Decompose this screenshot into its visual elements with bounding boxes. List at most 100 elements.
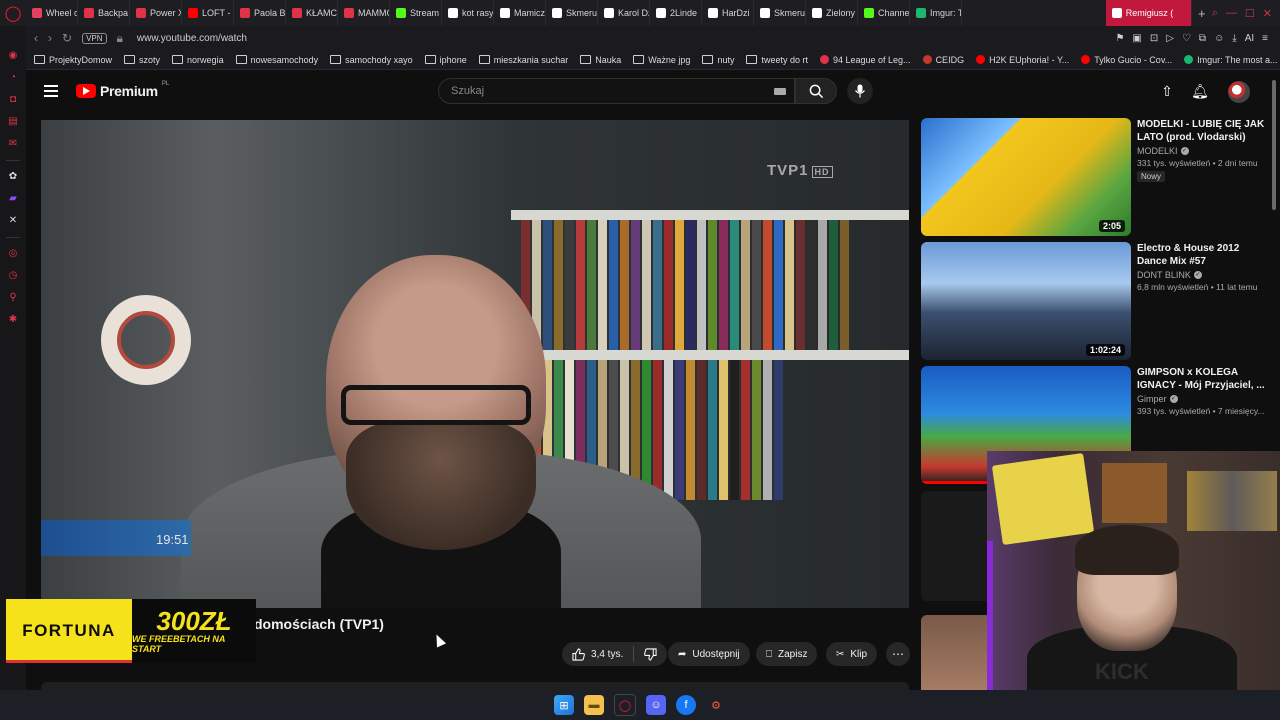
- chat-icon[interactable]: ▤: [7, 116, 19, 128]
- maximize-icon[interactable]: ☐: [1245, 7, 1255, 20]
- browser-tab[interactable]: Power X: [130, 0, 182, 26]
- search-input[interactable]: [449, 84, 753, 98]
- clock-icon[interactable]: ◷: [7, 270, 19, 282]
- youtube-premium-logo[interactable]: Premium PL: [76, 81, 169, 99]
- voice-search-button[interactable]: [847, 78, 873, 104]
- hamburger-menu-icon[interactable]: [44, 85, 58, 97]
- bookmark-item[interactable]: Tylko Gucio - Cov...: [1081, 55, 1172, 65]
- opera-logo-icon[interactable]: ◯: [0, 0, 26, 26]
- search-button[interactable]: [795, 78, 837, 104]
- browser-tab[interactable]: Wheel o: [26, 0, 78, 26]
- browser-tab[interactable]: KŁAMC: [286, 0, 338, 26]
- bookmark-item[interactable]: norwegia: [172, 55, 224, 65]
- browser-tab[interactable]: Zielony: [806, 0, 858, 26]
- video-player[interactable]: 19:51 TVP1 HD: [41, 120, 909, 608]
- ai-icon[interactable]: AI: [1245, 33, 1254, 44]
- save-button[interactable]: ⎕ Zapisz: [756, 642, 818, 666]
- browser-tab[interactable]: Backpa: [78, 0, 130, 26]
- opera-browser-icon[interactable]: ◯: [614, 694, 636, 716]
- chatgpt-icon[interactable]: ✿: [7, 171, 19, 183]
- bookmark-item[interactable]: H2K EUphoria! - Y...: [976, 55, 1069, 65]
- recommendation-thumbnail-partial[interactable]: [921, 491, 987, 601]
- bookmark-item[interactable]: Ważne jpg: [633, 55, 690, 65]
- keyboard-icon[interactable]: [774, 88, 786, 95]
- settings-icon[interactable]: ◎: [7, 248, 19, 260]
- recommendation-title[interactable]: Electro & House 2012 Dance Mix #57: [1137, 242, 1267, 268]
- bag-icon[interactable]: ◘: [7, 94, 19, 106]
- bookmark-item[interactable]: szoty: [124, 55, 160, 65]
- browser-tab[interactable]: Imgur: T: [910, 0, 962, 26]
- flow-icon[interactable]: ⚲: [7, 292, 19, 304]
- reload-icon[interactable]: ↻: [62, 31, 72, 45]
- recommendation-title[interactable]: GIMPSON x KOLEGA IGNACY - Mój Przyjaciel…: [1137, 366, 1267, 392]
- bookmark-item[interactable]: ProjektyDomow: [34, 55, 112, 65]
- minimize-icon[interactable]: —: [1226, 7, 1237, 20]
- back-arrow-icon[interactable]: ‹: [34, 31, 38, 45]
- account-avatar[interactable]: [1228, 81, 1250, 103]
- browser-tab[interactable]: 2Linde: [650, 0, 702, 26]
- new-tab-button[interactable]: +: [1192, 6, 1212, 21]
- download-icon[interactable]: ⤓: [1232, 33, 1236, 44]
- browser-tab[interactable]: Stream: [390, 0, 442, 26]
- browser-tab[interactable]: MAMMC: [338, 0, 390, 26]
- vpn-badge[interactable]: VPN: [82, 32, 107, 44]
- recommendation-thumbnail[interactable]: 1:02:24: [921, 242, 1131, 360]
- file-explorer-icon[interactable]: ▬: [584, 695, 604, 715]
- gear-icon[interactable]: ✱: [7, 314, 19, 326]
- menu-icon[interactable]: ≡: [1262, 33, 1268, 44]
- upload-icon[interactable]: ⇧: [1158, 82, 1176, 100]
- more-actions-button[interactable]: ⋯: [886, 642, 910, 666]
- recommendation-channel[interactable]: MODELKI ✓: [1137, 146, 1267, 156]
- recommendation-thumbnail-partial[interactable]: [921, 615, 987, 690]
- facebook-icon[interactable]: f: [676, 695, 696, 715]
- twitch-icon[interactable]: ▰: [7, 193, 19, 205]
- browser-tab[interactable]: Mamicz: [494, 0, 546, 26]
- forward-arrow-icon[interactable]: ›: [48, 31, 52, 45]
- bookmark-item[interactable]: tweety do rt: [746, 55, 808, 65]
- description-panel[interactable]: [41, 682, 909, 690]
- bookmark-item[interactable]: CEIDG: [922, 55, 964, 65]
- browser-tab[interactable]: kot rasy: [442, 0, 494, 26]
- bookmark-item[interactable]: nuty: [702, 55, 734, 65]
- browser-tab[interactable]: Karol Dz: [598, 0, 650, 26]
- bookmark-item[interactable]: iphone: [424, 55, 467, 65]
- recommendation-thumbnail[interactable]: 2:05: [921, 118, 1131, 236]
- like-button[interactable]: 3,4 tys.: [562, 647, 633, 661]
- mail-icon[interactable]: ✉: [7, 138, 19, 150]
- dislike-button[interactable]: [634, 647, 667, 661]
- browser-tab[interactable]: HarDzi: [702, 0, 754, 26]
- browser-tab[interactable]: Paola Bl: [234, 0, 286, 26]
- browser-tab[interactable]: Skmeru: [754, 0, 806, 26]
- clip-button[interactable]: ✂ Klip: [826, 642, 878, 666]
- windows-start-icon[interactable]: ⊞: [554, 695, 574, 715]
- bookmark-icon[interactable]: ⚑: [1115, 33, 1124, 44]
- browser-tab[interactable]: Channel: [858, 0, 910, 26]
- recommendation-title[interactable]: MODELKI - LUBIĘ CIĘ JAK LATO (prod. Vlod…: [1137, 118, 1267, 144]
- player-icon[interactable]: ▷: [1166, 33, 1174, 44]
- messenger-icon[interactable]: ◉: [7, 50, 19, 62]
- x-icon[interactable]: ✕: [7, 215, 19, 227]
- puzzle-icon[interactable]: ⧉: [1199, 33, 1206, 44]
- recommendation-channel[interactable]: DONT BLINK ✓: [1137, 270, 1267, 280]
- history-icon[interactable]: ◔: [7, 72, 19, 84]
- sidebar-scrollbar[interactable]: [1272, 80, 1276, 210]
- share-button[interactable]: ➦ Udostępnij: [668, 642, 750, 666]
- recommendation-channel[interactable]: Gimper ✓: [1137, 394, 1267, 404]
- snapshot-icon[interactable]: ▣: [1132, 33, 1141, 44]
- discord-icon[interactable]: ☺: [646, 695, 666, 715]
- bookmark-item[interactable]: samochody xayo: [330, 55, 413, 65]
- recommendation-item[interactable]: 1:02:24 Electro & House 2012 Dance Mix #…: [921, 242, 1271, 360]
- profile-icon[interactable]: ☺: [1214, 33, 1224, 44]
- steelseries-icon[interactable]: ⚙: [706, 695, 726, 715]
- notifications-bell-icon[interactable]: 🔔︎: [1191, 82, 1209, 100]
- close-icon[interactable]: ✕: [1263, 7, 1272, 20]
- url-field[interactable]: www.youtube.com/watch: [137, 33, 247, 44]
- bookmark-item[interactable]: Nauka: [580, 55, 621, 65]
- extension-icon[interactable]: ⊡: [1150, 33, 1158, 44]
- browser-tab[interactable]: Skmeru: [546, 0, 598, 26]
- bookmark-item[interactable]: 94 League of Leg...: [819, 55, 911, 65]
- bookmark-item[interactable]: nowesamochody: [235, 55, 318, 65]
- search-tabs-icon[interactable]: ⌕: [1212, 7, 1218, 20]
- bookmark-item[interactable]: Imgur: The most a...: [1184, 55, 1278, 65]
- heart-icon[interactable]: ♡: [1182, 33, 1191, 44]
